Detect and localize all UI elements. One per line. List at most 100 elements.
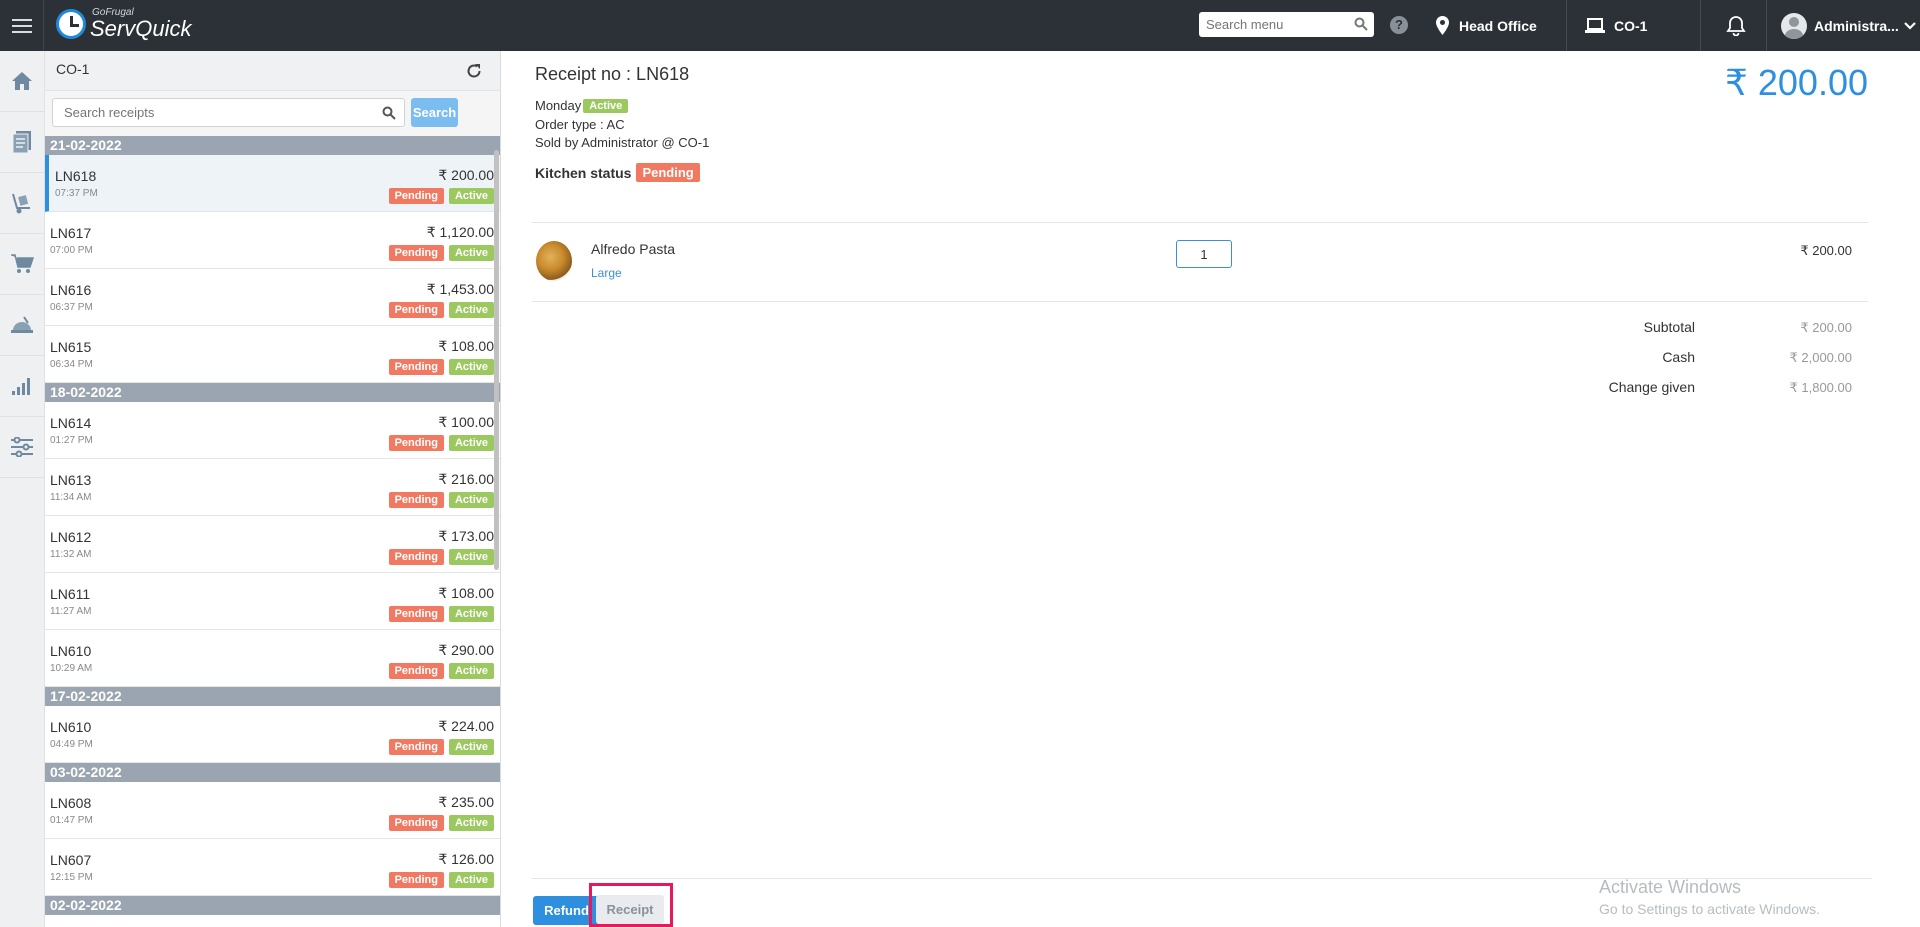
receipt-number: LN607 — [50, 852, 92, 868]
nav-delivery[interactable] — [0, 173, 44, 234]
active-badge: Active — [448, 188, 494, 204]
kitchen-status: Kitchen status Pending — [535, 163, 705, 182]
kitchen-status-badge: Pending — [636, 163, 700, 182]
nav-orders[interactable] — [0, 112, 44, 173]
receipt-badges: Pending Active — [388, 302, 494, 318]
receipt-title: Receipt no : LN618 — [535, 64, 690, 84]
pending-badge: Pending — [388, 302, 444, 318]
refresh-button[interactable] — [460, 57, 488, 85]
topbar-divider — [1700, 0, 1701, 51]
receipt-list-item[interactable]: LN618 07:37 PM ₹ 200.00 Pending Active — [45, 155, 500, 212]
subtotal-label: Subtotal — [1643, 319, 1695, 335]
item-name: Alfredo Pasta — [591, 241, 676, 257]
receipt-time: 12:15 PM — [50, 872, 93, 883]
receipt-number: LN616 — [50, 282, 92, 298]
top-bar: GoFrugal ServQuick ? Head Office CO-1 Ad… — [0, 0, 1920, 51]
receipt-time: 01:47 PM — [50, 815, 93, 826]
receipt-number: LN611 — [50, 586, 91, 602]
receipt-list-item[interactable]: LN611 11:27 AM ₹ 108.00 Pending Active — [45, 573, 500, 630]
watermark-subtitle: Go to Settings to activate Windows. — [1599, 901, 1820, 917]
pending-badge: Pending — [388, 606, 444, 622]
receipt-badges: Pending Active — [388, 492, 494, 508]
chevron-down-icon — [1904, 21, 1916, 30]
left-navigation — [0, 51, 45, 927]
date-group-header: 02-02-2022 — [45, 896, 500, 915]
nav-cart[interactable] — [0, 234, 44, 295]
receipt-number: LN615 — [50, 339, 92, 355]
status-badge: Active — [583, 98, 629, 113]
receipt-list-item[interactable]: LN615 06:34 PM ₹ 108.00 Pending Active — [45, 326, 500, 383]
nav-reports[interactable] — [0, 356, 44, 417]
pending-badge: Pending — [388, 359, 444, 375]
receipt-list-item[interactable]: LN613 11:34 AM ₹ 216.00 Pending Active — [45, 459, 500, 516]
receipt-number: LN608 — [50, 795, 92, 811]
hand-truck-icon — [12, 193, 30, 214]
receipt-search-bar: Search — [45, 91, 500, 136]
receipt-list-item[interactable]: LN610 10:29 AM ₹ 290.00 Pending Active — [45, 630, 500, 687]
receipt-search-box — [52, 98, 405, 127]
counter-selector[interactable]: CO-1 — [1585, 0, 1647, 51]
pending-badge: Pending — [388, 549, 444, 565]
quantity-field[interactable] — [1176, 240, 1232, 268]
nav-kitchen[interactable] — [0, 295, 44, 356]
receipt-amount: ₹ 108.00 — [438, 585, 494, 601]
counter-title: CO-1 — [56, 61, 90, 77]
scrollbar-thumb[interactable] — [494, 150, 499, 570]
bar-chart-icon — [12, 378, 30, 395]
item-variant[interactable]: Large — [591, 266, 622, 280]
receipt-badges: Pending Active — [388, 245, 494, 261]
date-group-header: 03-02-2022 — [45, 763, 500, 782]
receipt-amount: ₹ 235.00 — [438, 794, 494, 810]
receipt-amount: ₹ 224.00 — [438, 718, 494, 734]
pending-badge: Pending — [388, 188, 444, 204]
bell-icon[interactable] — [1726, 15, 1746, 36]
receipt-list-item[interactable]: LN608 01:47 PM ₹ 235.00 Pending Active — [45, 782, 500, 839]
hamburger-icon — [11, 18, 32, 33]
receipt-time: 11:27 AM — [50, 606, 92, 617]
receipt-button[interactable]: Receipt — [596, 895, 664, 924]
pending-badge: Pending — [388, 739, 444, 755]
receipt-amount: ₹ 290.00 — [438, 642, 494, 658]
receipt-number: LN612 — [50, 529, 92, 545]
receipt-list-item[interactable]: LN617 07:00 PM ₹ 1,120.00 Pending Active — [45, 212, 500, 269]
sliders-icon — [11, 437, 33, 457]
nav-settings[interactable] — [0, 417, 44, 478]
receipt-list-item[interactable]: LN616 06:37 PM ₹ 1,453.00 Pending Active — [45, 269, 500, 326]
receipt-amount: ₹ 126.00 — [438, 851, 494, 867]
location-selector[interactable]: Head Office — [1436, 0, 1566, 51]
user-menu[interactable]: Administra... — [1781, 0, 1916, 51]
receipt-time: 07:00 PM — [50, 245, 93, 256]
receipt-list-item[interactable]: LN612 11:32 AM ₹ 173.00 Pending Active — [45, 516, 500, 573]
search-button[interactable]: Search — [411, 98, 458, 127]
sold-by: Sold by Administrator @ CO-1 — [535, 135, 710, 150]
active-badge: Active — [448, 302, 494, 318]
app-logo[interactable]: GoFrugal ServQuick — [56, 8, 191, 40]
receipt-day-line: Monday Active — [535, 98, 629, 113]
receipt-list-item[interactable]: LN610 04:49 PM ₹ 224.00 Pending Active — [45, 706, 500, 763]
hamburger-menu-button[interactable] — [0, 0, 44, 51]
receipt-number: LN610 — [50, 643, 92, 659]
search-icon[interactable] — [382, 106, 396, 120]
search-menu-input[interactable] — [1199, 12, 1349, 37]
receipt-list[interactable]: 21-02-2022 LN618 07:37 PM ₹ 200.00 Pending Ac… — [45, 136, 500, 927]
cash-value: ₹ 2,000.00 — [1789, 350, 1853, 365]
receipt-list-panel: CO-1 Search 21-02-2022 LN618 07:37 PM ₹ 200… — [45, 51, 501, 927]
search-icon[interactable] — [1354, 17, 1368, 31]
receipt-number: LN614 — [50, 415, 92, 431]
nav-home[interactable] — [0, 51, 44, 112]
change-given-label: Change given — [1608, 379, 1695, 395]
receipt-search-input[interactable] — [53, 99, 373, 126]
receipt-list-header: CO-1 — [45, 51, 500, 91]
receipt-button-highlight: Receipt — [589, 883, 673, 927]
receipt-badges: Pending Active — [388, 359, 494, 375]
location-pin-icon — [1436, 16, 1449, 35]
receipt-list-item[interactable]: LN614 01:27 PM ₹ 100.00 Pending Active — [45, 402, 500, 459]
receipt-amount: ₹ 1,120.00 — [426, 224, 494, 240]
active-badge: Active — [448, 815, 494, 831]
receipt-list-item[interactable]: LN607 12:15 PM ₹ 126.00 Pending Active — [45, 839, 500, 896]
receipt-number: LN610 — [50, 719, 92, 735]
receipt-day: Monday — [535, 98, 582, 113]
active-badge: Active — [448, 492, 494, 508]
active-badge: Active — [448, 606, 494, 622]
help-icon[interactable]: ? — [1390, 16, 1408, 34]
